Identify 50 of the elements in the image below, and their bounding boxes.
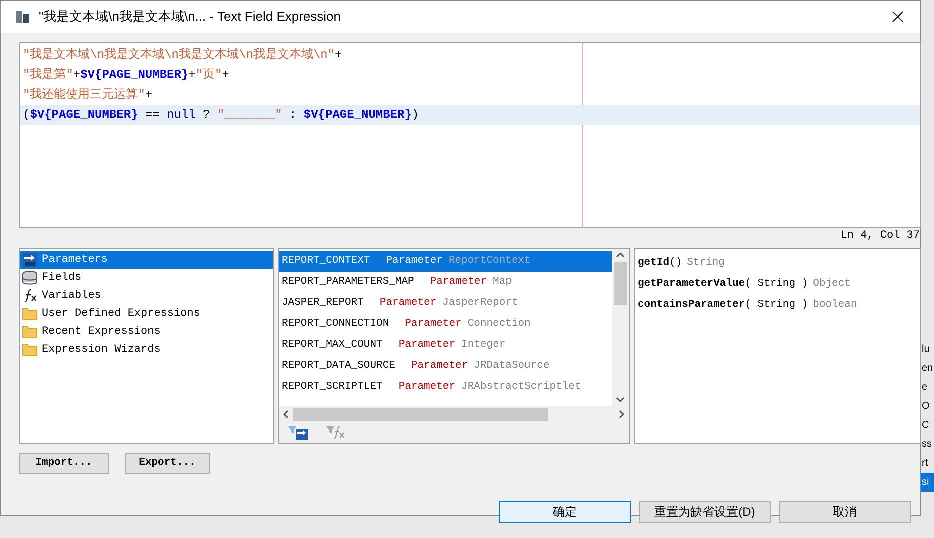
scroll-right-icon[interactable] xyxy=(619,410,625,420)
tree-item[interactable]: Variables xyxy=(20,287,273,305)
app-icon xyxy=(15,9,31,25)
function-icon xyxy=(22,288,38,304)
dialog-button[interactable]: 重置为缺省设置(D) xyxy=(639,501,771,523)
export-button[interactable]: Export... xyxy=(125,453,210,474)
method-row[interactable]: containsParameter( String ) boolean xyxy=(638,295,920,316)
expression-editor[interactable]: "我是文本域\n我是文本域\n我是文本域\n我是文本域\n"+ "我是第"+$V{PAGE_NUMBER}+"页"+ "我还能使用三元运算"+ ($V{PAGE_NUMBER} == null ? "_______" : $V{PAGE_NUMBER}) xyxy=(19,42,921,228)
folder-icon xyxy=(22,325,38,339)
tree-item[interactable]: Fields xyxy=(20,269,273,287)
close-icon[interactable] xyxy=(892,11,904,23)
caret-position: Ln 4, Col 37 xyxy=(840,229,920,244)
object-row[interactable]: REPORT_PARAMETERS_MAP Parameter Map xyxy=(279,272,612,293)
background-text: ss xyxy=(921,438,933,452)
background-text: lu xyxy=(921,343,931,357)
object-row[interactable]: REPORT_MAX_COUNT Parameter Integer xyxy=(279,335,612,356)
folder-icon xyxy=(22,343,38,357)
background-text: e xyxy=(921,381,929,395)
parameter-icon xyxy=(22,252,38,268)
import-button[interactable]: Import... xyxy=(19,453,109,474)
background-text: C xyxy=(921,419,930,433)
tree-item[interactable]: Expression Wizards xyxy=(20,341,273,359)
object-row[interactable]: REPORT_CONNECTION Parameter Connection xyxy=(279,314,612,335)
window-title: "我是文本域\n我是文本域\n... - Text Field Expression xyxy=(39,8,342,26)
background-text: en xyxy=(921,362,934,376)
tree-item[interactable]: Parameters xyxy=(20,251,273,269)
method-row[interactable]: getParameterValue( String ) Object xyxy=(638,274,920,295)
background-text: si xyxy=(921,473,934,492)
tree-item[interactable]: User Defined Expressions xyxy=(20,305,273,323)
database-icon xyxy=(22,270,38,286)
scrollbar-thumb[interactable] xyxy=(614,262,627,305)
background-text: rt xyxy=(921,457,930,471)
dialog-button[interactable]: 确定 xyxy=(499,501,631,523)
method-row[interactable]: getId() String xyxy=(638,253,920,274)
object-row[interactable]: REPORT_DATA_SOURCE Parameter JRDataSource xyxy=(279,356,612,377)
object-row[interactable]: REPORT_CONTEXT Parameter ReportContext xyxy=(279,251,612,272)
folder-icon xyxy=(22,307,38,321)
code-line: "我是第"+$V{PAGE_NUMBER}+"页"+ xyxy=(22,67,230,84)
dialog-button[interactable]: 取消 xyxy=(779,501,911,523)
background-text: O xyxy=(921,400,931,414)
scroll-down-icon[interactable] xyxy=(616,397,625,404)
tree-item[interactable]: Recent Expressions xyxy=(20,323,273,341)
scroll-left-icon[interactable] xyxy=(283,410,289,420)
object-row[interactable]: JASPER_REPORT Parameter JasperReport xyxy=(279,293,612,314)
vertical-scrollbar[interactable] xyxy=(612,249,629,406)
code-line: "我是文本域\n我是文本域\n我是文本域\n我是文本域\n"+ xyxy=(22,47,344,64)
code-line: "我还能使用三元运算"+ xyxy=(22,87,154,104)
scrollbar-thumb[interactable] xyxy=(293,408,548,422)
scroll-up-icon[interactable] xyxy=(616,252,625,258)
object-row[interactable]: REPORT_SCRIPTLET Parameter JRAbstractScriptlet xyxy=(279,377,612,398)
